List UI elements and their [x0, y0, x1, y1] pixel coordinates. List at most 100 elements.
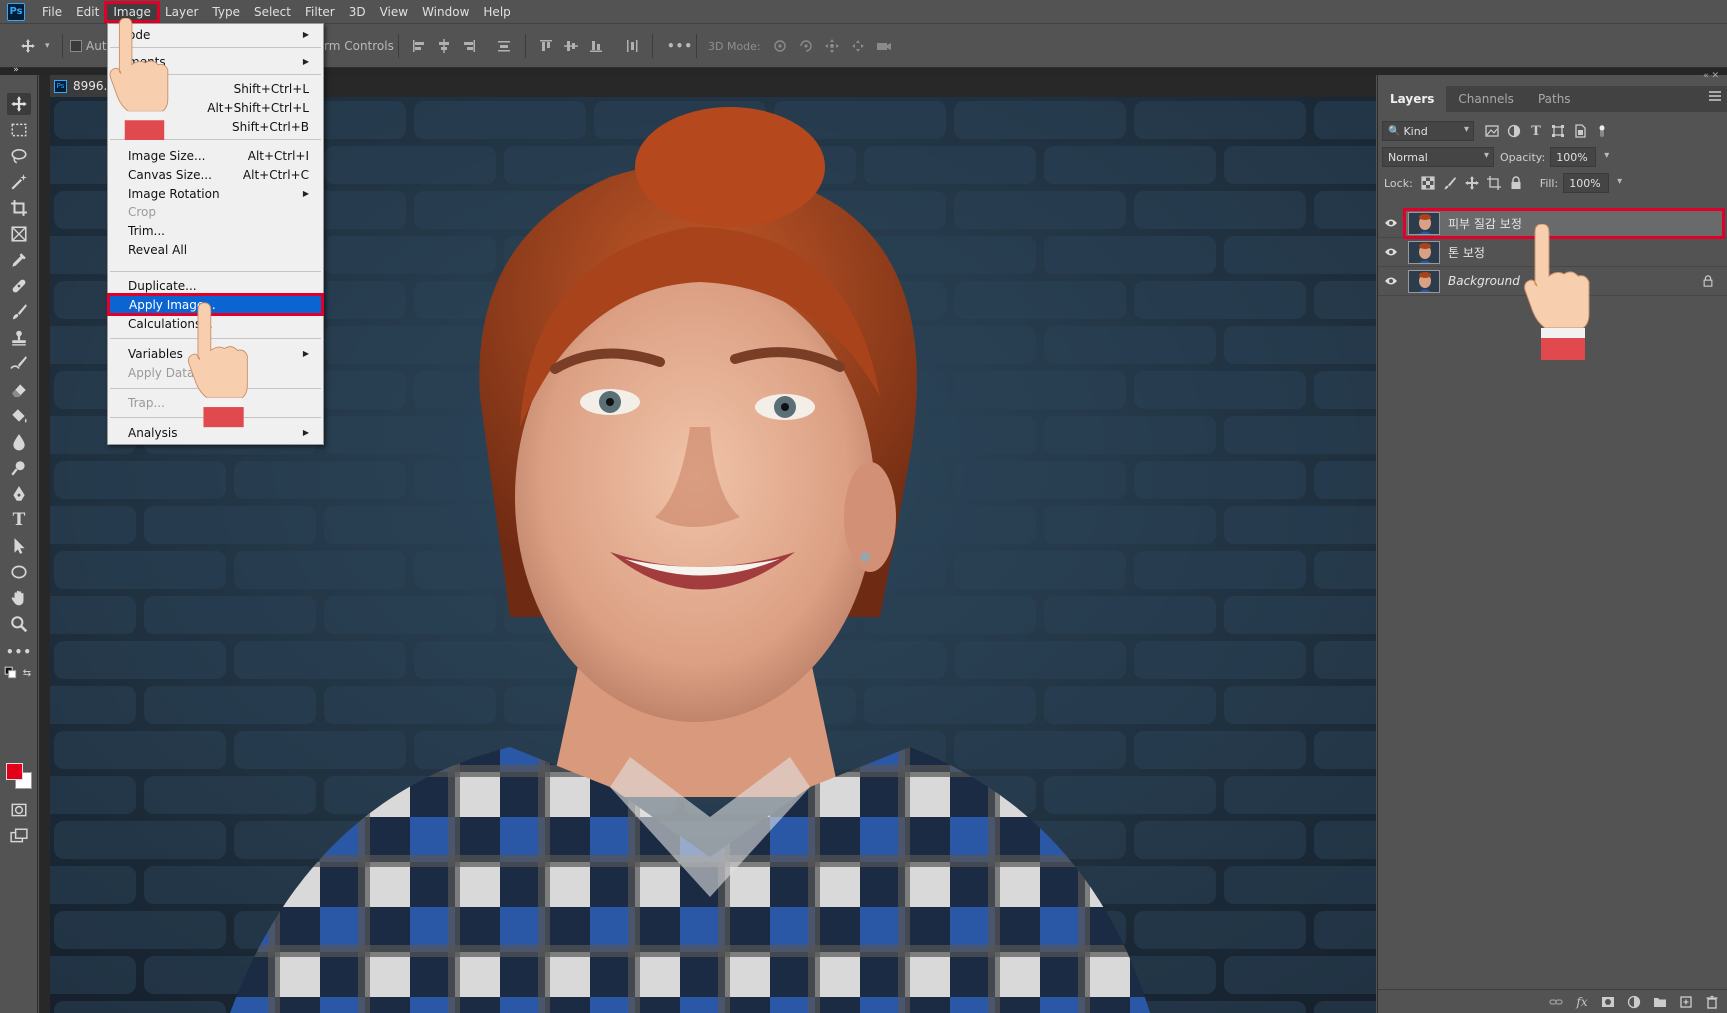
distribute-vertical-icon[interactable] — [624, 38, 640, 54]
add-mask-icon[interactable] — [1600, 994, 1616, 1010]
foreground-color-swatch[interactable] — [6, 763, 23, 780]
tab-channels[interactable]: Channels — [1446, 86, 1526, 112]
chevron-down-icon[interactable]: ▾ — [1604, 150, 1609, 161]
opacity-input[interactable]: 100% ▾ — [1550, 147, 1609, 167]
menu-window[interactable]: Window — [415, 3, 476, 21]
more-options-icon[interactable]: ••• — [667, 38, 693, 54]
filter-adjustment-icon[interactable] — [1506, 123, 1522, 139]
tab-layers[interactable]: Layers — [1378, 86, 1447, 112]
visibility-eye-icon[interactable] — [1378, 267, 1404, 296]
filter-toggle-icon[interactable] — [1594, 123, 1610, 139]
distribute-icon[interactable] — [496, 38, 512, 54]
adjustment-layer-icon[interactable] — [1626, 994, 1642, 1010]
menu-item-label: Canvas Size... — [128, 167, 212, 182]
lasso-tool-button[interactable] — [7, 145, 31, 167]
filter-shape-icon[interactable] — [1550, 123, 1566, 139]
visibility-eye-icon[interactable] — [1378, 209, 1404, 238]
fill-input[interactable]: 100% ▾ — [1563, 173, 1622, 193]
filter-smart-object-icon[interactable] — [1572, 123, 1588, 139]
menu-item-image-size[interactable]: Image Size... Alt+Ctrl+I — [108, 146, 323, 165]
align-right-icon[interactable] — [461, 38, 477, 54]
menu-type[interactable]: Type — [205, 3, 247, 21]
default-colors-icon[interactable] — [4, 666, 18, 679]
group-folder-icon[interactable] — [1652, 994, 1668, 1010]
menu-edit[interactable]: Edit — [69, 3, 106, 21]
align-center-icon[interactable] — [436, 38, 452, 54]
link-layers-icon[interactable] — [1548, 994, 1564, 1010]
menu-3d[interactable]: 3D — [342, 3, 373, 21]
menu-item-canvas-size[interactable]: Canvas Size... Alt+Ctrl+C — [108, 165, 323, 184]
hand-tool-button[interactable] — [7, 587, 31, 609]
menu-help[interactable]: Help — [476, 3, 517, 21]
align-middle-icon[interactable] — [563, 38, 579, 54]
paint-bucket-tool-button[interactable] — [7, 405, 31, 427]
move-tool-button[interactable] — [7, 93, 31, 115]
menu-select[interactable]: Select — [247, 3, 298, 21]
type-tool-button[interactable]: T — [7, 509, 31, 531]
menu-view[interactable]: View — [373, 3, 415, 21]
path-selection-tool-button[interactable] — [7, 535, 31, 557]
lock-artboard-icon[interactable] — [1486, 175, 1502, 191]
menu-item-crop: Crop — [108, 202, 323, 221]
panel-menu-icon[interactable] — [1709, 91, 1721, 101]
3d-orbit-icon[interactable] — [772, 38, 788, 54]
edit-toolbar-icon[interactable]: ••• — [6, 641, 31, 663]
lock-transparent-icon[interactable] — [1420, 175, 1436, 191]
menu-file[interactable]: File — [35, 3, 69, 21]
menu-item-image-rotation[interactable]: Image Rotation ▶ — [108, 184, 323, 203]
visibility-eye-icon[interactable] — [1378, 238, 1404, 267]
blur-tool-button[interactable] — [7, 431, 31, 453]
pen-tool-button[interactable] — [7, 483, 31, 505]
menu-item-trim[interactable]: Trim... — [108, 221, 323, 240]
brush-tool-button[interactable] — [7, 301, 31, 323]
frame-tool-button[interactable] — [7, 223, 31, 245]
swap-colors-icon[interactable]: ⇆ — [20, 667, 34, 679]
ellipse-tool-button[interactable] — [7, 561, 31, 583]
align-bottom-icon[interactable] — [588, 38, 604, 54]
chevron-down-icon[interactable]: ▾ — [1617, 176, 1622, 187]
toolbar-collapse-icon[interactable]: » — [4, 65, 28, 75]
layer-filter-kind[interactable]: 🔍 Kind ▾ — [1382, 121, 1474, 141]
zoom-tool-button[interactable] — [7, 613, 31, 635]
crop-tool-button[interactable] — [7, 197, 31, 219]
menu-item-reveal-all[interactable]: Reveal All — [108, 240, 323, 259]
menu-item-duplicate[interactable]: Duplicate... — [108, 276, 323, 295]
menu-item-label: Crop — [128, 204, 157, 219]
fx-icon[interactable]: fx — [1574, 994, 1590, 1010]
healing-brush-tool-button[interactable] — [7, 275, 31, 297]
checkbox-icon — [70, 40, 82, 52]
magic-wand-tool-button[interactable] — [7, 171, 31, 193]
clone-stamp-tool-button[interactable] — [7, 327, 31, 349]
align-top-icon[interactable] — [538, 38, 554, 54]
filter-type-icon[interactable]: T — [1528, 123, 1544, 139]
panel-collapse-icon[interactable]: « ✕ — [1703, 71, 1719, 81]
move-tool-icon[interactable] — [20, 38, 36, 54]
eyedropper-tool-button[interactable] — [7, 249, 31, 271]
layers-panel: « ✕ Layers Channels Paths 🔍 Kind ▾ T Nor… — [1377, 71, 1727, 1013]
screen-mode-icon[interactable] — [7, 825, 31, 847]
lock-pixels-icon[interactable] — [1442, 175, 1458, 191]
3d-roll-icon[interactable] — [798, 38, 814, 54]
quick-mask-icon[interactable] — [7, 799, 31, 821]
menubar: Ps File Edit Image Layer Type Select Fil… — [0, 0, 1727, 23]
marquee-tool-button[interactable] — [7, 119, 31, 141]
history-brush-tool-button[interactable] — [7, 353, 31, 375]
3d-slide-icon[interactable] — [850, 38, 866, 54]
eraser-tool-button[interactable] — [7, 379, 31, 401]
new-layer-icon[interactable] — [1678, 994, 1694, 1010]
dodge-tool-button[interactable] — [7, 457, 31, 479]
lock-position-icon[interactable] — [1464, 175, 1480, 191]
tool-preset-chevron-icon[interactable]: ▾ — [45, 38, 50, 54]
lock-all-icon[interactable] — [1508, 175, 1524, 191]
lock-icon — [1702, 275, 1714, 290]
tab-paths[interactable]: Paths — [1526, 86, 1583, 112]
delete-layer-icon[interactable] — [1704, 994, 1720, 1010]
align-left-icon[interactable] — [411, 38, 427, 54]
show-transform-controls[interactable]: rm Controls — [324, 38, 394, 54]
menu-filter[interactable]: Filter — [298, 3, 342, 21]
3d-pan-icon[interactable] — [824, 38, 840, 54]
blend-mode-select[interactable]: Normal ▾ — [1382, 147, 1494, 167]
filter-pixel-icon[interactable] — [1484, 123, 1500, 139]
3d-camera-icon[interactable] — [876, 38, 892, 54]
chevron-down-icon: ▾ — [1463, 124, 1469, 135]
